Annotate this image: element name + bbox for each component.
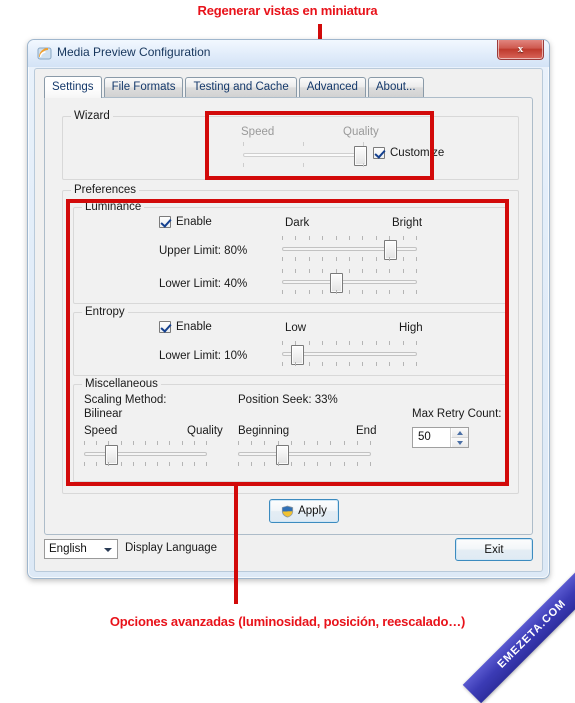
max-retry-count-value: 50 [418,431,431,443]
checkbox-check-icon [159,321,171,333]
slider-ticks-bottom [84,462,207,466]
stepper-up-icon[interactable] [451,428,468,438]
display-language-label: Display Language [125,542,218,554]
wizard-group-label: Wizard [71,110,113,122]
wizard-slider-ticks-top [243,142,364,146]
scaling-method-value: Bilinear [84,408,123,420]
wizard-slider-track [243,153,364,157]
position-seek-slider[interactable] [238,440,371,466]
preferences-group: Preferences Luminance Enable Dark Bright… [62,184,519,494]
window-title: Media Preview Configuration [57,45,211,59]
slider-ticks-bottom [282,290,417,294]
tab-strip: Settings File Formats Testing and Cache … [44,76,533,98]
luminance-bright-label: Bright [392,217,423,229]
exit-button[interactable]: Exit [455,538,533,561]
luminance-upper-limit-label: Upper Limit: 80% [159,245,248,257]
luminance-group: Luminance Enable Dark Bright Upper Limit… [73,201,507,304]
tab-advanced[interactable]: Advanced [298,77,366,97]
slider-ticks-bottom [282,362,417,366]
position-end-label: End [356,425,377,437]
slider-track [84,452,207,456]
entropy-lower-limit-slider[interactable] [282,340,417,366]
close-icon[interactable]: x [497,40,544,60]
entropy-group-label: Entropy [82,306,128,318]
luminance-group-label: Luminance [82,201,145,213]
max-retry-count-stepper[interactable]: 50 [412,427,469,448]
media-preview-configuration-window: Media Preview Configuration x Settings F… [27,39,550,579]
display-language-value: English [49,543,87,555]
media-preview-icon [37,46,52,61]
display-language-select[interactable]: English [44,539,118,559]
annotation-pointer-line-bottom [234,484,238,604]
luminance-lower-limit-slider[interactable] [282,268,417,294]
wizard-customize-checkbox[interactable]: Customize [373,147,444,159]
wizard-quality-label: Quality [343,126,379,138]
entropy-lower-limit-label: Lower Limit: 10% [159,350,248,362]
scaling-speed-label: Speed [84,425,118,437]
window-titlebar[interactable]: Media Preview Configuration x [28,40,549,67]
apply-button[interactable]: Apply [269,499,339,523]
tab-about[interactable]: About... [367,77,424,97]
stepper-down-icon[interactable] [451,438,468,447]
luminance-enable-checkbox[interactable]: Enable [159,216,212,228]
wizard-group: Wizard Speed Quality Customize [62,110,519,180]
tab-file-formats[interactable]: File Formats [103,77,184,97]
entropy-high-label: High [399,322,423,334]
luminance-lower-limit-label: Lower Limit: 40% [159,278,248,290]
tab-settings[interactable]: Settings [44,76,102,98]
miscellaneous-group: Miscellaneous Scaling Method: Bilinear P… [73,378,507,482]
luminance-enable-label: Enable [176,216,212,228]
wizard-speed-label: Speed [241,126,275,138]
slider-track [238,452,371,456]
scaling-method-slider[interactable] [84,440,207,466]
slider-ticks-top [238,441,371,445]
tab-testing-and-cache[interactable]: Testing and Cache [185,77,297,97]
apply-button-label: Apply [298,505,327,517]
wizard-customize-label: Customize [390,147,445,159]
window-client-area: Settings File Formats Testing and Cache … [34,68,543,572]
slider-ticks-top [282,269,417,273]
slider-track [282,280,417,284]
slider-ticks-bottom [282,257,417,261]
chevron-down-icon [104,548,112,552]
position-seek-label: Position Seek: 33% [238,394,338,406]
slider-ticks-bottom [238,462,371,466]
scaling-quality-label: Quality [187,425,223,437]
scaling-method-label: Scaling Method: [84,394,167,406]
wizard-slider[interactable] [243,141,368,167]
miscellaneous-group-label: Miscellaneous [82,378,161,390]
slider-ticks-top [84,441,207,445]
preferences-group-label: Preferences [71,184,140,196]
wizard-slider-ticks-bottom [243,163,364,167]
luminance-dark-label: Dark [285,217,310,229]
luminance-upper-limit-slider[interactable] [282,235,417,261]
uac-shield-icon [281,505,294,518]
entropy-enable-label: Enable [176,321,212,333]
entropy-group: Entropy Enable Low High Lower Limit: 10% [73,306,507,376]
window-footer: English Display Language Exit [44,537,533,565]
annotation-top-caption: Regenerar vistas en miniatura [197,3,378,18]
annotation-bottom-caption: Opciones avanzadas (luminosidad, posició… [109,614,466,629]
watermark: EMEZETA.COM [462,564,575,703]
entropy-low-label: Low [285,322,307,334]
settings-tab-page: Wizard Speed Quality Customize Preferenc… [44,97,533,535]
checkbox-check-icon [373,147,385,159]
checkbox-check-icon [159,216,171,228]
position-beginning-label: Beginning [238,425,290,437]
stepper-arrows [450,428,468,447]
max-retry-count-label: Max Retry Count: [412,408,502,420]
entropy-enable-checkbox[interactable]: Enable [159,321,212,333]
